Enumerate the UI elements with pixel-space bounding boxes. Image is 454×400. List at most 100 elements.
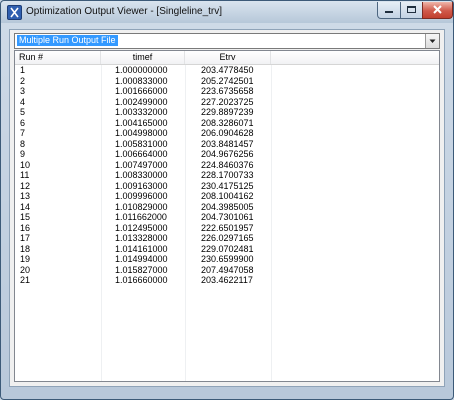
timef-value: 1.008330000 [115,170,168,180]
timef-value: 1.015827000 [115,264,168,275]
run-number: 1 [20,65,26,75]
run-number: 3 [20,86,26,96]
timef-value: 1.009163000 [115,180,168,191]
etrv-value: 230.6599900 [201,254,254,264]
timef-value: 1.010829000 [115,201,168,212]
timef-value: 1.014161000 [115,243,168,254]
selector-value: Multiple Run Output File [17,35,118,46]
timef-value: 1.000833000 [115,75,168,86]
timef-value: 1.011662000 [115,212,167,222]
etrv-value: 228.1700733 [201,170,254,180]
timef-value: 1.007497000 [115,159,168,170]
timef-value: 1.016660000 [115,275,168,285]
etrv-value: 203.8481457 [201,138,254,149]
table-row[interactable]: 17 1.013328000 226.0297165 [15,233,439,244]
etrv-value: 223.6735658 [201,86,254,96]
column-header-etrv[interactable]: Etrv [185,51,271,64]
maximize-button[interactable] [400,2,423,19]
etrv-value: 222.6501957 [201,222,254,233]
table-row[interactable]: 15 1.011662000 204.7301061 [15,212,439,223]
table-row[interactable]: 2 1.000833000 205.2742501 [15,76,439,87]
etrv-value: 203.4622117 [201,275,253,285]
column-header-timef[interactable]: timef [101,51,185,64]
etrv-value: 204.9676256 [201,149,254,159]
table-row[interactable]: 6 1.004165000 208.3286071 [15,118,439,129]
dropdown-button[interactable] [425,34,439,48]
run-number: 4 [20,96,26,107]
table-row[interactable]: 3 1.001666000 223.6735658 [15,86,439,97]
output-file-selector[interactable]: Multiple Run Output File [14,33,440,49]
run-number: 19 [20,254,31,264]
timef-value: 1.002499000 [115,96,168,107]
etrv-value: 208.1004162 [201,191,254,201]
app-icon[interactable] [7,5,22,20]
table-row[interactable]: 13 1.009996000 208.1004162 [15,191,439,202]
run-number: 9 [20,149,26,159]
maximize-icon [407,6,416,13]
etrv-value: 229.0702481 [201,243,254,254]
run-number: 20 [20,264,31,275]
run-number: 12 [20,180,31,191]
timef-value: 1.004165000 [115,117,168,128]
column-header-empty[interactable] [271,51,439,64]
run-number: 7 [20,128,26,138]
close-icon [433,5,442,14]
run-number: 14 [20,201,31,212]
run-number: 21 [20,275,31,285]
run-number: 2 [20,75,26,86]
table-row[interactable]: 20 1.015827000 207.4947058 [15,265,439,276]
timef-value: 1.009996000 [115,191,168,201]
table-header: Run # timef Etrv [15,51,439,65]
run-number: 18 [20,243,31,254]
etrv-value: 205.2742501 [201,75,254,86]
etrv-value: 208.3286071 [201,117,254,128]
run-number: 15 [20,212,31,222]
table-row[interactable]: 16 1.012495000 222.6501957 [15,223,439,234]
results-table[interactable]: Run # timef Etrv 1 1.000000000 203.4778450… [14,50,440,382]
run-number: 17 [20,233,31,243]
timef-value: 1.001666000 [115,86,168,96]
minimize-button[interactable] [377,2,401,19]
table-row[interactable]: 4 1.002499000 227.2023725 [15,97,439,108]
timef-value: 1.012495000 [115,222,168,233]
table-row[interactable]: 10 1.007497000 224.8460376 [15,160,439,171]
minimize-icon [385,11,393,13]
table-row[interactable]: 9 1.006664000 204.9676256 [15,149,439,160]
etrv-value: 227.2023725 [201,96,254,107]
table-row[interactable]: 1 1.000000000 203.4778450 [15,65,439,76]
timef-value: 1.003332000 [115,107,168,117]
table-row[interactable]: 18 1.014161000 229.0702481 [15,244,439,255]
run-number: 13 [20,191,31,201]
table-row[interactable]: 5 1.003332000 229.8897239 [15,107,439,118]
timef-value: 1.004998000 [115,128,168,138]
timef-value: 1.005831000 [115,138,168,149]
close-button[interactable] [422,2,453,19]
etrv-value: 207.4947058 [201,264,254,275]
etrv-value: 206.0904628 [201,128,254,138]
timef-value: 1.014994000 [115,254,168,264]
table-row[interactable]: 14 1.010829000 204.3985005 [15,202,439,213]
table-row[interactable]: 7 1.004998000 206.0904628 [15,128,439,139]
run-number: 8 [20,138,26,149]
timef-value: 1.006664000 [115,149,168,159]
run-number: 6 [20,117,26,128]
title-bar[interactable]: Optimization Output Viewer - [Singleline… [1,1,453,23]
etrv-value: 203.4778450 [201,65,254,75]
table-row[interactable]: 11 1.008330000 228.1700733 [15,170,439,181]
table-row[interactable]: 8 1.005831000 203.8481457 [15,139,439,150]
etrv-value: 229.8897239 [201,107,254,117]
etrv-value: 224.8460376 [201,159,254,170]
run-number: 11 [20,170,30,180]
window-title: Optimization Output Viewer - [Singleline… [26,6,223,17]
column-header-run[interactable]: Run # [15,51,101,64]
table-row[interactable]: 19 1.014994000 230.6599900 [15,254,439,265]
table-row[interactable]: 12 1.009163000 230.4175125 [15,181,439,192]
client-area: Multiple Run Output File Run # timef Etr… [9,29,445,387]
chevron-down-icon [429,39,436,43]
etrv-value: 204.7301061 [201,212,254,222]
etrv-value: 226.0297165 [201,233,254,243]
app-window: Optimization Output Viewer - [Singleline… [0,0,454,400]
table-body: 1 1.000000000 203.4778450 2 1.000833000 205.… [15,65,439,286]
table-row[interactable]: 21 1.016660000 203.4622117 [15,275,439,286]
run-number: 10 [20,159,31,170]
